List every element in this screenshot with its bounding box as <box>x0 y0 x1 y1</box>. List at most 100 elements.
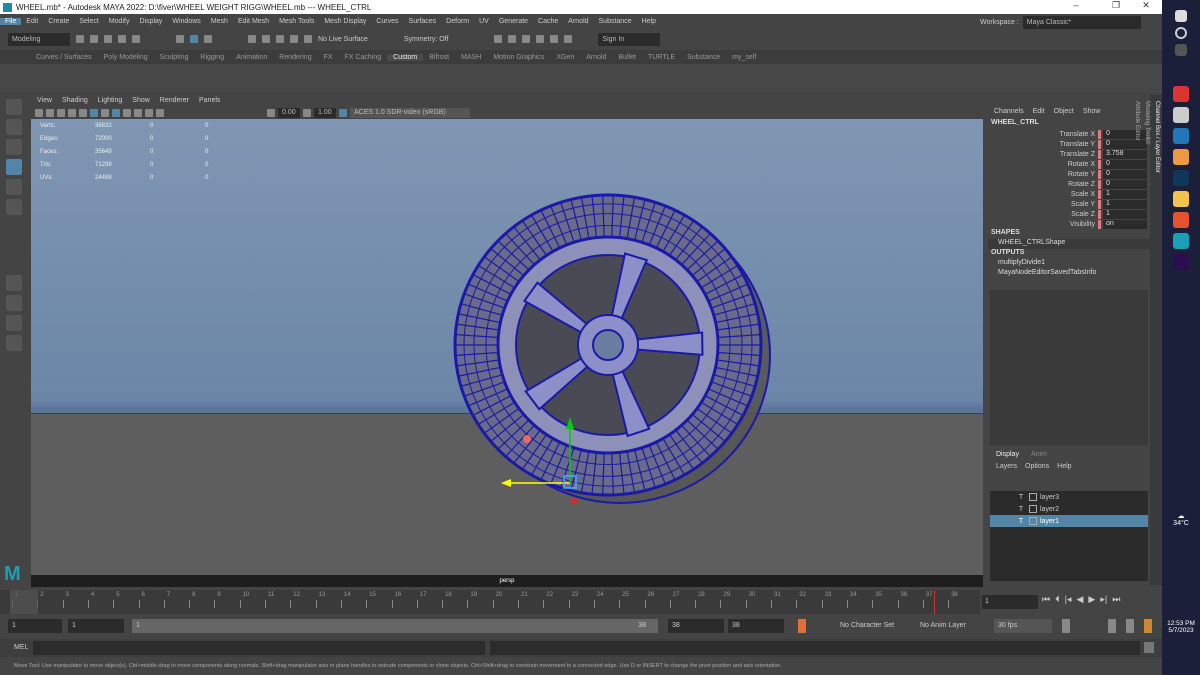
mel-input[interactable] <box>33 641 485 655</box>
rotate-tool-icon[interactable] <box>6 179 22 195</box>
start-icon[interactable] <box>1175 10 1187 22</box>
grid-icon[interactable] <box>68 108 76 117</box>
viewport-menu-renderer[interactable]: Renderer <box>160 97 189 104</box>
layer-name[interactable]: layer1 <box>1040 518 1059 525</box>
shelf-tab[interactable]: FX <box>318 54 339 61</box>
animation-start-field[interactable]: 1 <box>8 619 62 633</box>
shelf-tab[interactable]: Arnold <box>580 54 612 61</box>
maya-taskbar-icon[interactable] <box>1173 233 1189 249</box>
fps-dropdown[interactable]: 30 fps <box>994 619 1052 633</box>
wireframe-on-shaded-icon[interactable] <box>112 108 120 117</box>
render-icon[interactable] <box>494 35 503 43</box>
shelf-tab[interactable]: Motion Graphics <box>487 54 550 61</box>
range-bar[interactable]: 1 38 <box>132 619 658 633</box>
menu-curves[interactable]: Curves <box>371 18 403 25</box>
attribute-name[interactable]: Visibility <box>988 221 1098 228</box>
viewport-panel[interactable]: View Shading Lighting Show Renderer Panels 0.… <box>31 95 983 587</box>
anim-layer-dropdown[interactable]: No Anim Layer <box>916 619 986 633</box>
channel-attribute[interactable]: Visibility on <box>988 219 1150 229</box>
side-tab[interactable]: Attribute Editor <box>1132 95 1142 585</box>
channel-box-menu-show[interactable]: Show <box>1083 108 1101 115</box>
loop-icon[interactable] <box>1062 619 1070 633</box>
chrome-icon[interactable] <box>1173 149 1189 165</box>
play-backwards-icon[interactable]: ◀ <box>1076 594 1083 605</box>
menu-arnold[interactable]: Arnold <box>563 18 593 25</box>
select-object-icon[interactable] <box>190 35 198 43</box>
search-icon[interactable] <box>1175 27 1187 39</box>
character-set-dropdown[interactable]: No Character Set <box>836 619 906 633</box>
shelf-tab[interactable]: FX Caching <box>339 54 388 61</box>
render-view-icon[interactable] <box>550 35 559 43</box>
channel-attribute[interactable]: Translate Z 3.758 <box>988 149 1150 159</box>
new-scene-icon[interactable] <box>76 35 84 43</box>
time-slider[interactable]: 1234567891011121314151617181920212223242… <box>0 590 980 614</box>
shelf-tab[interactable]: Curves / Surfaces <box>30 54 98 61</box>
smooth-shade-icon[interactable] <box>90 108 98 117</box>
edge-icon[interactable] <box>1173 128 1189 144</box>
select-component-icon[interactable] <box>204 35 212 43</box>
shadows-icon[interactable] <box>145 108 153 117</box>
go-to-start-icon[interactable]: ⏮ <box>1042 594 1050 605</box>
scale-tool-icon[interactable] <box>6 199 22 215</box>
lights-icon[interactable] <box>134 108 142 117</box>
two-view-layout-icon[interactable] <box>6 315 22 331</box>
select-tool-icon[interactable] <box>6 99 22 115</box>
layer-tab-anim[interactable]: Anim <box>1031 451 1047 459</box>
shelf-tab[interactable]: Animation <box>230 54 273 61</box>
layer-row[interactable]: Tlayer1 <box>990 515 1148 527</box>
channel-attribute[interactable]: Scale Y1 <box>988 199 1150 209</box>
shelf-tab[interactable]: Poly Modeling <box>98 54 154 61</box>
shelf-tab[interactable]: XGen <box>550 54 580 61</box>
shelf-tab[interactable]: TURTLE <box>642 54 681 61</box>
calculator-icon[interactable] <box>1173 107 1189 123</box>
menu-display[interactable]: Display <box>134 18 167 25</box>
snap-surface-icon[interactable] <box>304 35 312 43</box>
shape-node[interactable]: WHEEL_CTRLShape <box>988 239 1150 249</box>
shelf-tab[interactable]: Rendering <box>273 54 317 61</box>
snap-curve-icon[interactable] <box>262 35 270 43</box>
isolate-select-icon[interactable] <box>156 108 164 117</box>
exposure-icon[interactable] <box>267 108 275 117</box>
workspace-selector[interactable]: Workspace : Maya Classic* <box>980 16 1141 29</box>
menu-select[interactable]: Select <box>74 18 103 25</box>
attribute-name[interactable]: Scale X <box>988 191 1098 198</box>
playback-end-field[interactable]: 38 <box>668 619 724 633</box>
shelf-tab[interactable]: Sculpting <box>154 54 195 61</box>
menu-substance[interactable]: Substance <box>594 18 637 25</box>
attribute-name[interactable]: Rotate Z <box>988 181 1098 188</box>
go-to-end-icon[interactable]: ⏭ <box>1112 594 1120 605</box>
snap-view-icon[interactable] <box>290 35 298 43</box>
menu-edit-mesh[interactable]: Edit Mesh <box>233 18 274 25</box>
attribute-name[interactable]: Translate Z <box>988 151 1098 158</box>
save-scene-icon[interactable] <box>104 35 112 43</box>
layer-color-swatch[interactable] <box>1029 517 1037 525</box>
play-forwards-icon[interactable]: ▶ <box>1088 594 1095 605</box>
menu-file[interactable]: File <box>0 17 22 25</box>
shelf-tab[interactable]: MASH <box>455 54 487 61</box>
template-toggle[interactable]: T <box>1016 506 1026 513</box>
layer-color-swatch[interactable] <box>1029 493 1037 501</box>
mel-label[interactable]: MEL <box>14 644 28 651</box>
gamma-field[interactable]: 1.00 <box>314 107 336 118</box>
app-icon[interactable] <box>1173 86 1189 102</box>
shelf-tab[interactable]: Bifrost <box>423 54 455 61</box>
attribute-name[interactable]: Rotate Y <box>988 171 1098 178</box>
layer-menu-help[interactable]: Help <box>1057 463 1071 471</box>
wheel-mesh[interactable] <box>31 119 983 587</box>
pause-icon[interactable] <box>564 35 573 43</box>
output-node[interactable]: MayaNodeEditorSavedTabsInfo <box>988 269 1150 279</box>
shelf-tab[interactable]: Bullet <box>612 54 642 61</box>
menu-mesh-tools[interactable]: Mesh Tools <box>274 18 319 25</box>
ipr-render-icon[interactable] <box>508 35 517 43</box>
snap-grid-icon[interactable] <box>248 35 256 43</box>
layer-tab-display[interactable]: Display <box>996 451 1019 459</box>
color-space-dropdown[interactable]: ACES 1.0 SDR-video (sRGB) <box>350 107 470 118</box>
viewport-menu-shading[interactable]: Shading <box>62 97 88 104</box>
channel-box-menu-edit[interactable]: Edit <box>1033 108 1045 115</box>
select-hierarchy-icon[interactable] <box>176 35 184 43</box>
bookmark-icon[interactable] <box>57 108 65 117</box>
side-tab[interactable]: Channel Box / Layer Editor <box>1152 95 1162 585</box>
close-button[interactable]: ✕ <box>1136 0 1156 11</box>
render-settings-icon[interactable] <box>522 35 531 43</box>
lasso-tool-icon[interactable] <box>6 119 22 135</box>
